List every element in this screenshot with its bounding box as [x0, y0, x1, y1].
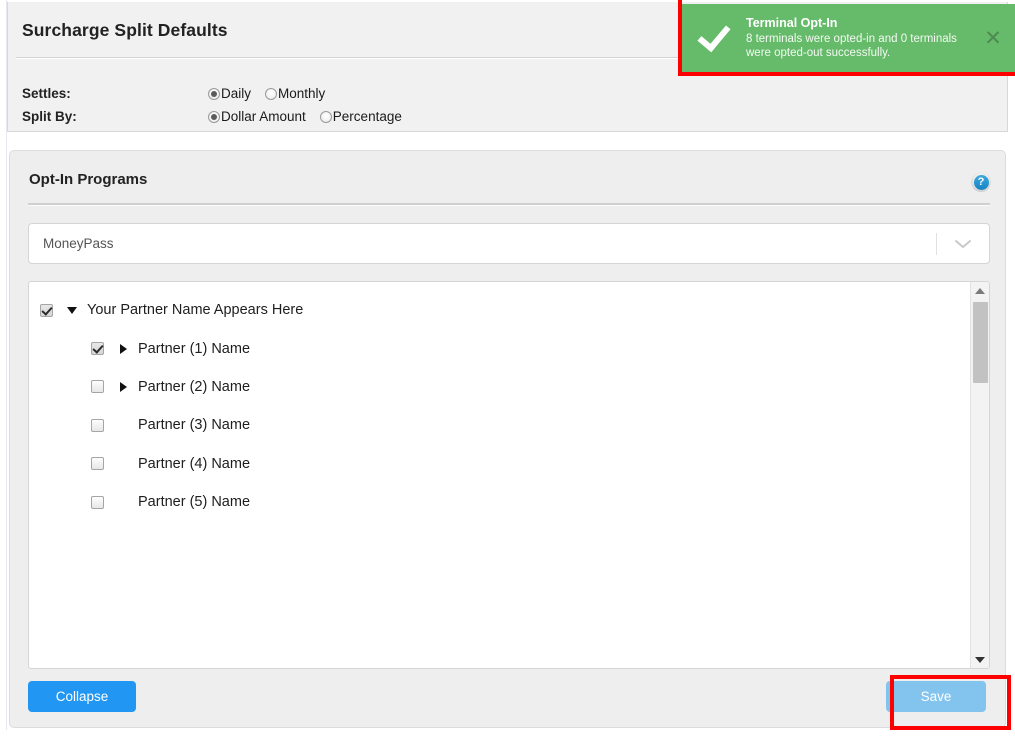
radio-monthly-label: Monthly — [278, 86, 326, 101]
tree-row[interactable]: Partner (4) Name — [29, 445, 969, 483]
page-bottom-margin — [0, 730, 1015, 739]
radio-percentage-label: Percentage — [332, 109, 402, 124]
check-mark-icon — [682, 17, 746, 53]
toast-text: Terminal Opt-In 8 terminals were opted-i… — [746, 16, 971, 60]
tree-checkbox-partner-3[interactable] — [91, 418, 104, 432]
settles-row: Settles: Daily Monthly — [22, 82, 416, 105]
split-by-label: Split By: — [22, 109, 77, 124]
tree-checkbox-partner-2[interactable] — [91, 380, 104, 394]
triangle-right-icon[interactable] — [112, 381, 134, 392]
program-select[interactable]: MoneyPass — [28, 223, 990, 264]
radio-monthly-input[interactable] — [265, 87, 278, 100]
tree-node-label: Partner (2) Name — [138, 378, 251, 395]
partner-tree: Your Partner Name Appears Here Partner (… — [29, 282, 969, 521]
scroll-down-arrow-icon[interactable] — [971, 651, 989, 668]
toast-title: Terminal Opt-In — [746, 16, 838, 30]
terminal-opt-in-toast: Terminal Opt-In 8 terminals were opted-i… — [682, 4, 1015, 72]
page-title: Surcharge Split Defaults — [22, 20, 228, 40]
scrollbar-thumb[interactable] — [973, 302, 988, 383]
triangle-down-icon[interactable] — [61, 306, 83, 314]
page-left-margin — [0, 0, 7, 739]
partner-tree-box[interactable]: Your Partner Name Appears Here Partner (… — [28, 281, 990, 669]
tree-checkbox-partner-4[interactable] — [91, 457, 104, 471]
tree-checkbox-partner-5[interactable] — [91, 495, 104, 509]
collapse-button[interactable]: Collapse — [28, 681, 136, 712]
tree-scrollbar[interactable] — [970, 282, 989, 668]
split-by-row: Split By: Dollar Amount Percentage — [22, 105, 416, 128]
tree-row[interactable]: Partner (2) Name — [29, 368, 969, 406]
help-glyph: ? — [973, 174, 989, 190]
radio-option-dollar-amount[interactable]: Dollar Amount — [208, 109, 306, 124]
opt-in-programs-card: Opt-In Programs ? MoneyPass Your Partner… — [9, 150, 1006, 728]
tree-checkbox-partner-1[interactable] — [91, 342, 104, 356]
card-title: Opt-In Programs — [29, 171, 148, 188]
close-icon[interactable]: ✕ — [971, 28, 1015, 49]
toast-message: 8 terminals were opted-in and 0 terminal… — [746, 33, 957, 59]
scroll-up-arrow-icon[interactable] — [971, 282, 989, 299]
tree-node-label: Partner (5) Name — [138, 494, 251, 511]
tree-node-label: Your Partner Name Appears Here — [87, 302, 304, 319]
tree-node-label: Partner (4) Name — [138, 455, 251, 472]
radio-daily-input[interactable] — [208, 87, 220, 100]
radio-percentage-input[interactable] — [319, 110, 332, 123]
program-select-value: MoneyPass — [43, 236, 114, 251]
chevron-down-icon[interactable] — [937, 238, 989, 250]
split-by-radio-group[interactable]: Dollar Amount Percentage — [208, 109, 416, 124]
settlement-form: Settles: Daily Monthly Split By: Dollar … — [22, 82, 416, 128]
triangle-right-icon[interactable] — [112, 343, 134, 354]
save-button[interactable]: Save — [886, 681, 986, 712]
help-circle-icon[interactable]: ? — [971, 172, 991, 192]
tree-checkbox-root[interactable] — [40, 303, 53, 317]
radio-dollar-amount-input[interactable] — [208, 110, 220, 123]
radio-daily-label: Daily — [221, 86, 252, 101]
settles-label: Settles: — [22, 86, 71, 101]
tree-row[interactable]: Partner (3) Name — [29, 406, 969, 444]
radio-option-monthly[interactable]: Monthly — [265, 86, 325, 101]
tree-node-label: Partner (3) Name — [138, 417, 251, 434]
card-divider — [28, 203, 990, 206]
radio-option-daily[interactable]: Daily — [208, 86, 251, 101]
tree-row[interactable]: Your Partner Name Appears Here — [29, 291, 969, 329]
tree-row[interactable]: Partner (5) Name — [29, 483, 969, 521]
settles-radio-group[interactable]: Daily Monthly — [208, 86, 339, 101]
radio-dollar-amount-label: Dollar Amount — [221, 109, 306, 124]
radio-option-percentage[interactable]: Percentage — [319, 109, 402, 124]
tree-node-label: Partner (1) Name — [138, 340, 251, 357]
tree-row[interactable]: Partner (1) Name — [29, 329, 969, 367]
